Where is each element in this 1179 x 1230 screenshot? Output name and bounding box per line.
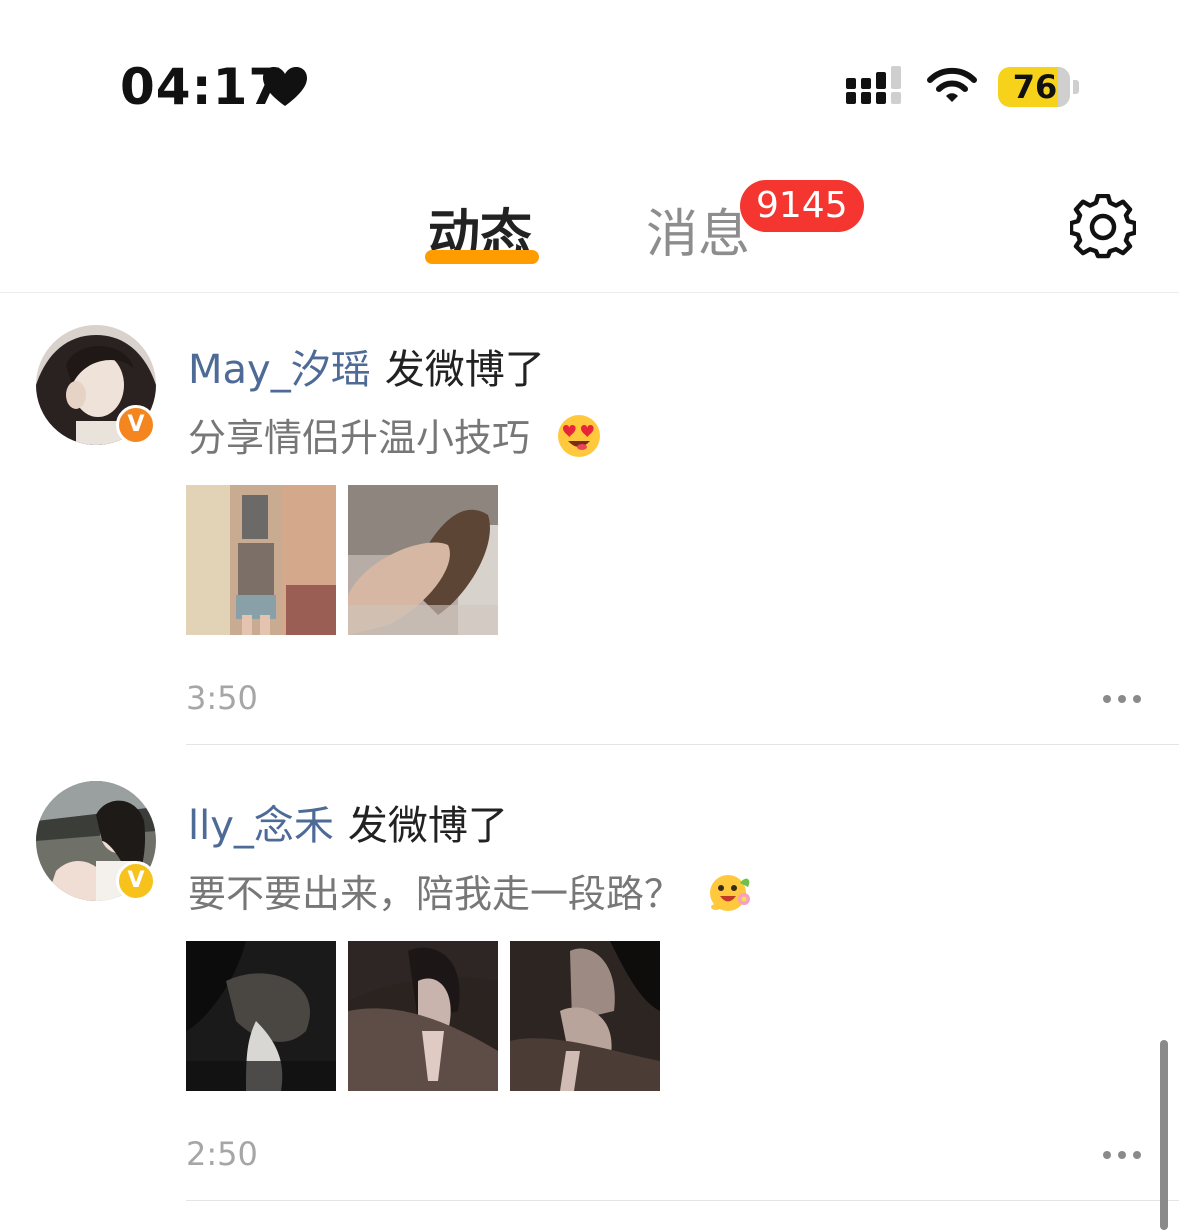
heart-icon <box>263 67 307 106</box>
heart-eyes-emoji <box>558 415 601 457</box>
post-action: 发微博了 <box>384 347 545 393</box>
username-link[interactable]: lly_念禾 <box>188 803 334 849</box>
more-icon[interactable] <box>1102 693 1142 705</box>
divider <box>186 744 1179 745</box>
post-image[interactable] <box>186 485 336 635</box>
post-text-content: 要不要出来，陪我走一段路？ <box>188 872 683 916</box>
signal-icon <box>846 66 901 104</box>
flower-face-emoji <box>710 875 751 911</box>
feed-item[interactable]: V May_汐瑶 发微博了 分享情侣升温小技巧 3:50 <box>0 293 1179 745</box>
post-action: 发微博了 <box>347 803 508 849</box>
wifi-icon <box>927 67 977 102</box>
post-image[interactable] <box>348 941 498 1091</box>
post-header: lly_念禾 发微博了 <box>188 793 508 851</box>
post-image[interactable] <box>510 941 660 1091</box>
header: 动态 消息 9145 <box>0 150 1179 293</box>
post-timestamp: 3:50 <box>186 679 258 717</box>
post-image[interactable] <box>348 485 498 635</box>
post-text-content: 分享情侣升温小技巧 <box>188 416 531 460</box>
post-text[interactable]: 要不要出来，陪我走一段路？ <box>188 863 754 918</box>
post-image[interactable] <box>186 941 336 1091</box>
post-timestamp: 2:50 <box>186 1135 258 1173</box>
battery-icon: 76 <box>998 67 1070 107</box>
tab-messages[interactable]: 消息 <box>646 192 750 267</box>
post-header: May_汐瑶 发微博了 <box>188 337 545 395</box>
status-bar: 04:17 76 <box>0 0 1179 140</box>
message-count-badge: 9145 <box>740 180 864 232</box>
feed-item[interactable]: V lly_念禾 发微博了 要不要出来，陪我走一段路？ 2:50 <box>0 749 1179 1201</box>
divider <box>186 1200 1179 1201</box>
active-tab-indicator <box>425 250 539 264</box>
post-text[interactable]: 分享情侣升温小技巧 <box>188 407 602 462</box>
gear-icon[interactable] <box>1070 194 1136 260</box>
more-icon[interactable] <box>1102 1149 1142 1161</box>
status-time: 04:17 <box>120 58 285 116</box>
battery-cap <box>1073 80 1079 94</box>
username-link[interactable]: May_汐瑶 <box>188 347 371 393</box>
verified-badge: V <box>116 405 156 445</box>
scrollbar[interactable] <box>1160 1040 1168 1230</box>
verified-badge: V <box>116 861 156 901</box>
battery-level: 76 <box>1012 68 1058 106</box>
